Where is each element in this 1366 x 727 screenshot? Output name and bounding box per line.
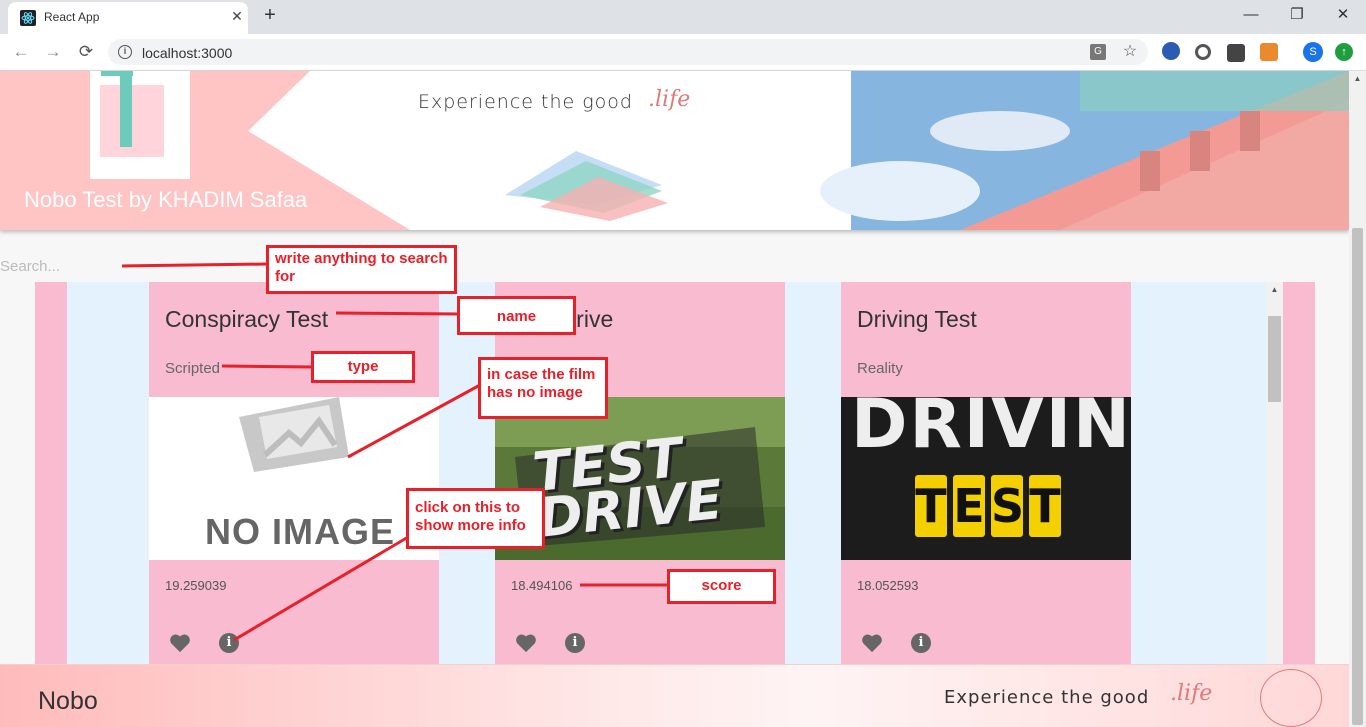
film-score: 19.259039 (165, 578, 227, 593)
reload-button[interactable]: ⟳ (75, 41, 97, 63)
film-card: Driving Test Reality DRIVING T E S T 18.… (841, 282, 1131, 664)
film-score: 18.494106 (511, 578, 573, 593)
info-icon[interactable]: i (565, 633, 585, 653)
extension-circle-icon[interactable] (1195, 44, 1211, 60)
film-card: Test Drive TEST DRIVE 18.494106 i (495, 282, 785, 664)
info-icon[interactable]: i (911, 633, 931, 653)
annotation-search: write anything to search for (266, 245, 457, 294)
profile-avatar[interactable]: S (1303, 42, 1323, 62)
search-input[interactable] (0, 255, 120, 277)
poster-title-bottom: T E S T (915, 475, 1061, 537)
footer-tagline: Experience the good (944, 687, 1150, 708)
poster-letter: E (953, 475, 985, 537)
browser-tab-bar: React App ✕ + — ❐ ✕ (0, 0, 1366, 34)
grid-scroll-thumb[interactable] (1268, 316, 1281, 402)
header-title: Nobo Test by KHADIM Safaa (24, 187, 308, 212)
heart-icon[interactable] (169, 633, 191, 653)
film-score: 18.052593 (857, 578, 919, 593)
film-image: NO IMAGE (149, 397, 439, 560)
footer-logo (1260, 669, 1322, 727)
no-image-text: NO IMAGE (205, 511, 396, 552)
heart-icon[interactable] (515, 633, 537, 653)
poster-title-top: DRIVING (851, 397, 1131, 464)
poster-letter: T (915, 475, 947, 537)
browser-tab[interactable]: React App ✕ (8, 2, 248, 34)
footer-brand: Nobo (38, 687, 98, 715)
poster-letter: T (1029, 475, 1061, 537)
url-text: localhost:3000 (142, 45, 233, 61)
film-name: Driving Test (857, 306, 977, 332)
annotation-type: type (311, 351, 415, 383)
close-tab-icon[interactable]: ✕ (228, 8, 246, 25)
film-type: Reality (857, 360, 903, 377)
new-tab-button[interactable]: + (260, 4, 280, 27)
address-bar[interactable]: i localhost:3000 G ☆ (108, 39, 1148, 65)
react-logo-icon (20, 10, 36, 26)
footer-tagline-script: .life (1170, 681, 1213, 706)
heart-icon[interactable] (861, 633, 883, 653)
poster-letter: S (991, 475, 1024, 537)
annotation-score: score (667, 569, 776, 604)
translate-icon[interactable]: G (1090, 44, 1106, 60)
extension-toolbox-icon[interactable] (1227, 44, 1245, 62)
header-tagline-script: .life (648, 87, 691, 112)
annotation-no-image: in case the film has no image (478, 357, 608, 419)
driving-test-poster: DRIVING T E S T (841, 397, 1131, 560)
update-arrow-icon[interactable]: ↑ (1335, 43, 1353, 61)
back-button[interactable]: ← (10, 41, 32, 63)
page-scroll-thumb[interactable] (1352, 228, 1363, 725)
header-tagline: Experience the good (418, 91, 633, 113)
restore-button[interactable]: ❐ (1274, 4, 1320, 28)
film-card: Conspiracy Test Scripted NO IMAGE 19.259… (149, 282, 439, 664)
site-info-icon[interactable]: i (118, 45, 132, 59)
extension-badge-icon[interactable] (1260, 43, 1278, 61)
info-icon[interactable]: i (219, 633, 239, 653)
close-window-button[interactable]: ✕ (1320, 4, 1366, 28)
forward-button[interactable]: → (42, 41, 64, 63)
annotation-name: name (457, 296, 576, 335)
tab-title: React App (44, 10, 100, 24)
bookmark-star-icon[interactable]: ☆ (1122, 44, 1138, 60)
page-scroll-up-arrow-icon[interactable]: ▲ (1349, 74, 1366, 86)
annotation-info: click on this to show more info (406, 488, 545, 549)
browser-toolbar: ← → ⟳ i localhost:3000 G ☆ S ↑ (0, 34, 1366, 71)
minimize-button[interactable]: — (1228, 4, 1274, 28)
footer: Nobo Experience the good .life (0, 664, 1349, 727)
film-type: Scripted (165, 360, 221, 377)
film-name: Conspiracy Test (165, 306, 329, 332)
header-banner: Nobo Test by KHADIM Safaa Experience the… (0, 71, 1349, 230)
film-image: DRIVING T E S T (841, 397, 1131, 560)
extension-bird-icon[interactable] (1162, 42, 1180, 60)
scroll-up-arrow-icon[interactable]: ▲ (1266, 283, 1283, 297)
no-image-placeholder: NO IMAGE (149, 397, 439, 560)
